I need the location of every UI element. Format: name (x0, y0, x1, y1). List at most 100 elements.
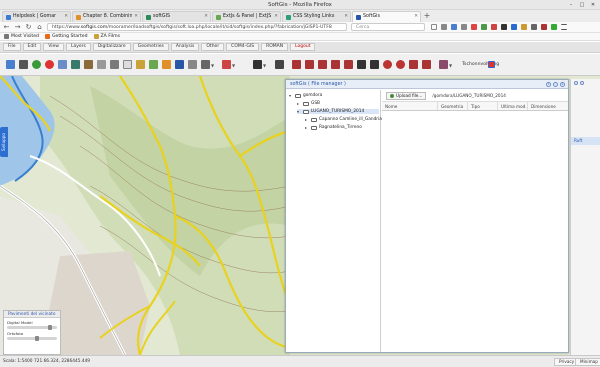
download-icon[interactable] (451, 24, 457, 30)
chevron-down-icon[interactable]: ▼ (449, 63, 452, 68)
expand-icon[interactable]: ▸ (305, 117, 309, 122)
menu-icon[interactable] (561, 24, 567, 30)
move-icon[interactable] (275, 60, 284, 69)
bookmark-item[interactable]: Most Visited (4, 34, 39, 39)
menu-view[interactable]: View (43, 43, 64, 51)
chevron-down-icon[interactable]: ▼ (211, 63, 214, 68)
menu-com4gis[interactable]: COM4-GIS (226, 43, 260, 51)
bookmark-item[interactable]: ZA Films (93, 34, 120, 39)
layers-icon[interactable] (71, 60, 80, 69)
minimize-icon[interactable]: – (568, 2, 574, 8)
home-icon[interactable]: ⌂ (36, 23, 43, 32)
browser-tab[interactable]: ExtJs & Panel | ExtJS 6.0✕ (212, 11, 281, 22)
browser-tab[interactable]: CSS Styling Links ✕ (282, 11, 351, 22)
side-tab-sviluppo[interactable]: Sviluppo (0, 127, 8, 157)
upload-file-button[interactable]: Upload file... (386, 91, 427, 100)
collapse-icon[interactable]: - (553, 82, 558, 87)
search-map-icon[interactable] (110, 60, 119, 69)
column-header-geometry[interactable]: Geometria (438, 102, 468, 110)
snap-icon[interactable] (222, 60, 231, 69)
close-icon[interactable]: ✕ (590, 2, 596, 8)
close-icon[interactable]: x (560, 82, 565, 87)
addon-icon[interactable] (501, 24, 507, 30)
grid-icon[interactable] (58, 60, 67, 69)
rotate-icon[interactable] (344, 60, 353, 69)
pan-hand-icon[interactable] (123, 60, 132, 69)
column-header-name[interactable]: Nome (382, 102, 438, 110)
close-tab-icon[interactable]: ✕ (414, 12, 420, 22)
crosshair-icon[interactable] (253, 60, 262, 69)
tree-node[interactable]: ▸ GSB (297, 101, 320, 106)
draw-line-icon[interactable] (19, 60, 28, 69)
reload-icon[interactable]: ↻ (25, 23, 32, 32)
print-icon[interactable] (188, 60, 197, 69)
split-line-icon[interactable] (292, 60, 301, 69)
chevron-down-icon[interactable]: ▼ (263, 63, 266, 68)
browser-tab[interactable]: Chapter 8. Combining ma✕ (72, 11, 141, 22)
search-input[interactable]: Cerca (351, 23, 425, 31)
menu-digitalize[interactable]: Digitalizzare (92, 43, 131, 51)
opacity-slider[interactable] (7, 336, 57, 341)
merge-line-icon[interactable] (305, 60, 314, 69)
back-icon[interactable]: ← (3, 23, 10, 32)
addon-icon[interactable] (521, 24, 527, 30)
language-flag-icon[interactable] (488, 61, 495, 68)
zoom-box-icon[interactable] (136, 60, 145, 69)
column-header-modified[interactable]: Ultima mod. (498, 102, 528, 110)
menu-geometries[interactable]: Geometries (132, 43, 169, 51)
menu-other[interactable]: Other (201, 43, 225, 51)
chevron-down-icon[interactable]: ▼ (232, 63, 235, 68)
add-point-icon[interactable] (32, 60, 41, 69)
expand-icon[interactable]: ▸ (305, 125, 309, 130)
home-page-icon[interactable] (461, 24, 467, 30)
edit-node-icon[interactable] (409, 60, 418, 69)
menu-roman[interactable]: ROMAN (261, 43, 289, 51)
delete-icon[interactable] (45, 60, 54, 69)
addon-icon[interactable] (551, 24, 557, 30)
close-tab-icon[interactable]: ✕ (134, 12, 140, 22)
tree-node[interactable]: ▸ Ragnatelina_Tirreno (305, 125, 362, 130)
pocket-icon[interactable] (471, 24, 477, 30)
maximize-icon[interactable]: □ (579, 2, 585, 8)
slider-thumb[interactable] (35, 336, 39, 341)
browser-tab-active[interactable]: SoftGis ✕ (352, 11, 421, 22)
record-icon[interactable] (383, 60, 392, 69)
close-tab-icon[interactable]: ✕ (274, 12, 280, 22)
tree-node-selected[interactable]: ▾ LUGANO_TURISMO_2014 (297, 109, 379, 114)
bookmark-item[interactable]: Getting Started (44, 34, 88, 39)
zoom-out-icon[interactable] (149, 60, 158, 69)
move-all-icon[interactable] (370, 60, 379, 69)
reader-icon[interactable] (441, 24, 447, 30)
logout-button[interactable]: Logout (290, 43, 316, 51)
browser-tab[interactable]: softGIS ✕ (142, 11, 211, 22)
close-tab-icon[interactable]: ✕ (64, 12, 70, 22)
expand-icon[interactable]: ▾ (289, 93, 293, 98)
close-tab-icon[interactable]: ✕ (344, 12, 350, 22)
right-panel-selected-item[interactable]: Ruft (571, 137, 600, 145)
help-icon[interactable] (574, 81, 578, 85)
menu-layers[interactable]: Layers (65, 43, 91, 51)
stop-icon[interactable] (396, 60, 405, 69)
tree-node[interactable]: ▸ Capanno Camline_ill_Gandria (305, 117, 382, 122)
star-icon[interactable] (431, 24, 437, 30)
addon-icon[interactable] (511, 24, 517, 30)
addon-icon[interactable] (481, 24, 487, 30)
zoom-in-icon[interactable] (6, 60, 15, 69)
export-icon[interactable] (201, 60, 210, 69)
vertex-icon[interactable] (318, 60, 327, 69)
move-feature-icon[interactable] (357, 60, 366, 69)
menu-file[interactable]: File (3, 43, 21, 51)
opacity-slider[interactable] (7, 325, 57, 330)
ruler-icon[interactable] (97, 60, 106, 69)
help-icon[interactable]: ? (546, 82, 551, 87)
url-bar[interactable]: https://www.softgis.com/mooramer/loadsof… (47, 23, 347, 31)
collapse-icon[interactable] (580, 81, 584, 85)
expand-icon[interactable]: ▾ (297, 109, 301, 114)
slider-thumb[interactable] (47, 325, 52, 330)
menu-edit[interactable]: Edit (22, 43, 42, 51)
minimap-button[interactable]: Minimap (575, 358, 600, 366)
close-tab-icon[interactable]: ✕ (204, 12, 210, 22)
delete-node-icon[interactable] (422, 60, 431, 69)
forward-icon[interactable]: → (14, 23, 21, 32)
browser-tab[interactable]: Helpdesk | Gomar ✕ (2, 11, 71, 22)
